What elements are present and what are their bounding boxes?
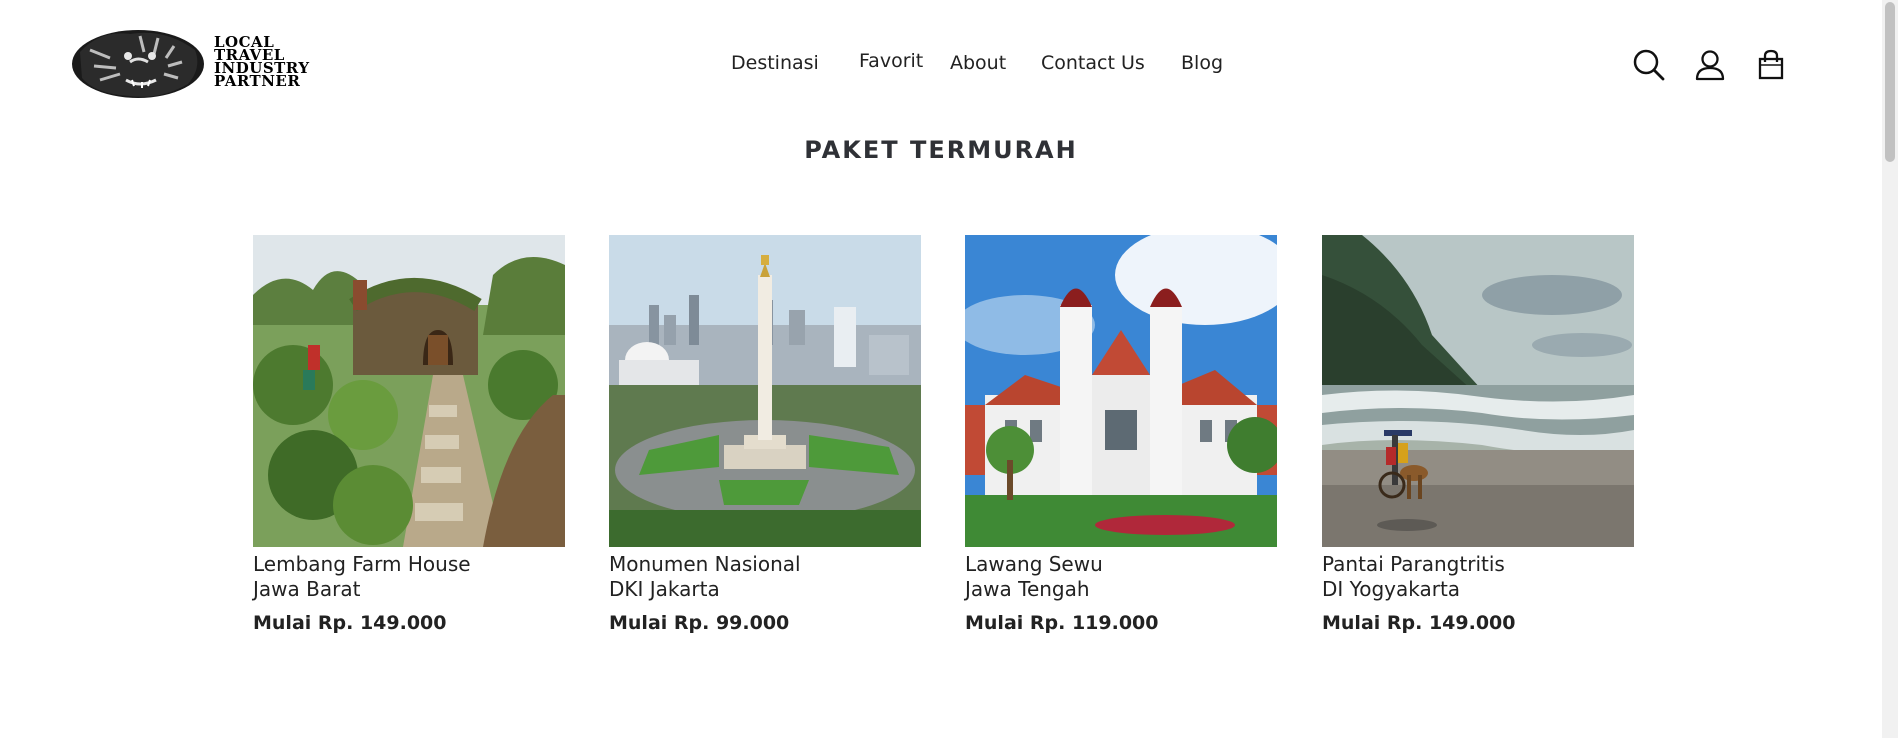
nav-item-contact-us[interactable]: Contact Us <box>1041 52 1145 74</box>
nav-item-about[interactable]: About <box>950 52 1006 74</box>
brand-logo[interactable]: LOCAL TRAVEL INDUSTRY PARTNER <box>70 22 340 102</box>
package-price: Mulai Rp. 119.000 <box>965 612 1159 634</box>
monas-monument-image <box>609 235 921 547</box>
package-card[interactable]: Lawang Sewu Jawa Tengah Mulai Rp. 119.00… <box>965 235 1277 634</box>
nav-item-blog[interactable]: Blog <box>1181 52 1223 74</box>
brand-wordmark: LOCAL TRAVEL INDUSTRY PARTNER <box>214 35 310 90</box>
package-list: Lembang Farm House Jawa Barat Mulai Rp. … <box>0 235 1882 635</box>
package-card[interactable]: Pantai Parangtritis DI Yogyakarta Mulai … <box>1322 235 1634 634</box>
package-image-lawang-sewu[interactable] <box>965 235 1277 547</box>
package-card[interactable]: Monumen Nasional DKI Jakarta Mulai Rp. 9… <box>609 235 921 634</box>
brand-line: PARTNER <box>214 72 301 90</box>
page-scrollbar-thumb[interactable] <box>1885 2 1895 162</box>
nav-item-favorit[interactable]: Favorit <box>859 50 923 72</box>
user-icon[interactable] <box>1693 48 1727 82</box>
package-price: Mulai Rp. 149.000 <box>253 612 447 634</box>
tiger-logo-icon <box>72 30 204 98</box>
hobbit-house-image <box>253 235 565 547</box>
site-header: LOCAL TRAVEL INDUSTRY PARTNER Destinasi … <box>0 0 1882 120</box>
package-name[interactable]: Monumen Nasional <box>609 552 921 577</box>
package-image-monas[interactable] <box>609 235 921 547</box>
package-region: Jawa Barat <box>253 577 361 601</box>
package-name[interactable]: Lembang Farm House <box>253 552 565 577</box>
search-icon[interactable] <box>1632 48 1666 82</box>
package-card[interactable]: Lembang Farm House Jawa Barat Mulai Rp. … <box>253 235 565 634</box>
lawang-sewu-image <box>965 235 1277 547</box>
package-price: Mulai Rp. 149.000 <box>1322 612 1516 634</box>
beach-horse-cart-image <box>1322 235 1634 547</box>
shopping-bag-icon[interactable] <box>1754 48 1788 82</box>
package-name[interactable]: Lawang Sewu <box>965 552 1277 577</box>
section-title: PAKET TERMURAH <box>804 136 1078 164</box>
package-image-parangtritis[interactable] <box>1322 235 1634 547</box>
package-price: Mulai Rp. 99.000 <box>609 612 790 634</box>
package-region: DKI Jakarta <box>609 577 720 601</box>
package-region: Jawa Tengah <box>965 577 1090 601</box>
package-name[interactable]: Pantai Parangtritis <box>1322 552 1634 577</box>
nav-item-destinasi[interactable]: Destinasi <box>731 52 819 74</box>
package-region: DI Yogyakarta <box>1322 577 1461 601</box>
package-image-lembang[interactable] <box>253 235 565 547</box>
